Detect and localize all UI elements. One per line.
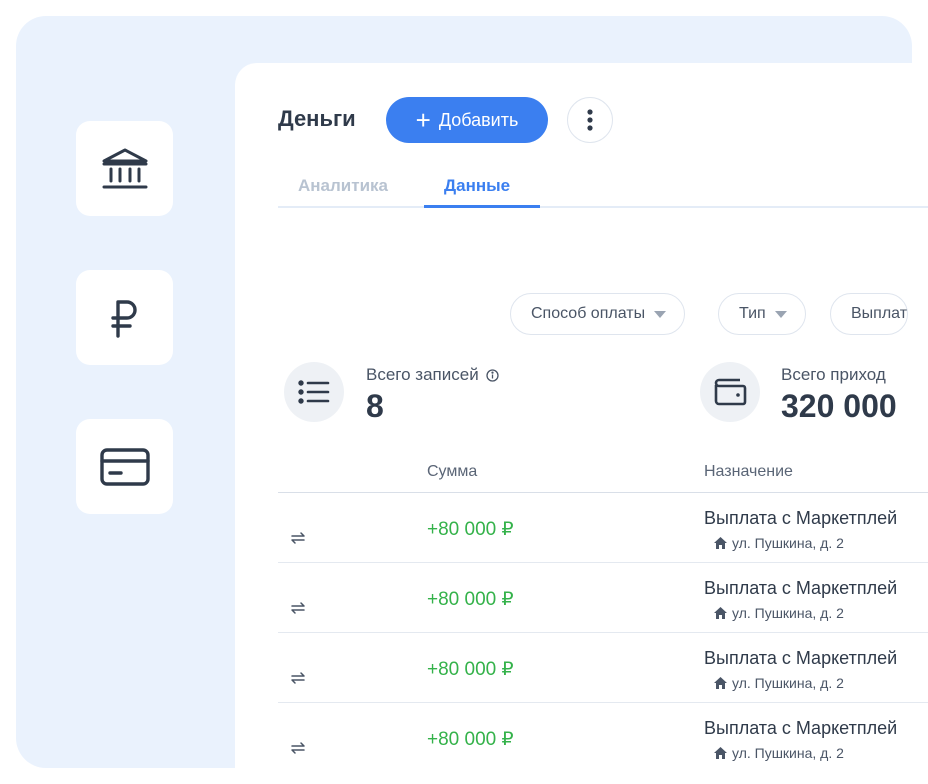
transfer-icon [291,672,305,684]
filter-label: Способ оплаты [531,305,646,322]
caret-down-icon [654,310,667,318]
main-viewport: Деньги + Добавить Аналитика Данные Спосо… [0,0,928,768]
table-header-divider [278,492,928,493]
add-button[interactable]: + Добавить [386,97,548,143]
row-purpose: Выплата с Маркетплей [704,648,898,668]
page-title: Деньги [278,106,356,131]
home-icon [714,537,727,549]
row-address: ул. Пушкина, д. 2 [714,675,844,691]
stat-income-icon-wrap [700,362,760,422]
row-purpose: Выплата с Маркетплей [704,718,898,738]
filter-payment-method[interactable]: Способ оплаты [510,293,686,335]
stat-records-value: 8 [366,388,384,424]
wallet-icon [714,378,747,406]
more-vertical-icon [587,109,593,131]
row-address: ул. Пушкина, д. 2 [714,605,844,621]
row-amount: +80 000 ₽ [427,589,514,610]
column-header-purpose[interactable]: Назначение [704,463,793,481]
filter-label: Тип [739,305,766,322]
stat-records-icon-wrap [284,362,344,422]
row-divider [278,702,928,703]
caret-down-icon [774,310,787,318]
row-address-text: ул. Пушкина, д. 2 [732,605,844,621]
more-options-button[interactable] [567,97,613,143]
row-purpose: Выплата с Маркетплей [704,508,898,528]
home-icon [714,607,727,619]
stat-income-value: 320 000 [781,388,897,424]
tabs-divider [278,206,928,208]
row-amount: +80 000 ₽ [427,519,514,540]
active-tab-indicator [424,205,540,208]
row-divider [278,632,928,633]
info-icon[interactable] [486,369,500,382]
transfer-icon [291,532,305,544]
filter-type[interactable]: Тип [718,293,806,335]
filter-label: Выплат [851,305,908,322]
list-icon [298,380,330,404]
row-amount: +80 000 ₽ [427,659,514,680]
tab-analytics[interactable]: Аналитика [298,176,388,196]
tab-data[interactable]: Данные [444,176,510,196]
home-icon [714,747,727,759]
row-address: ул. Пушкина, д. 2 [714,535,844,551]
row-amount: +80 000 ₽ [427,729,514,750]
column-header-amount[interactable]: Сумма [427,463,477,481]
filter-payout[interactable]: Выплат [830,293,909,335]
transfer-icon [291,742,305,754]
row-address-text: ул. Пушкина, д. 2 [732,745,844,761]
plus-icon: + [415,105,431,135]
row-address: ул. Пушкина, д. 2 [714,745,844,761]
row-address-text: ул. Пушкина, д. 2 [732,535,844,551]
transfer-icon [291,602,305,614]
home-icon [714,677,727,689]
stat-income-label: Всего приход [781,365,886,384]
row-address-text: ул. Пушкина, д. 2 [732,675,844,691]
stat-records-label-wrap: Всего записей [366,365,500,385]
row-divider [278,562,928,563]
row-purpose: Выплата с Маркетплей [704,578,898,598]
add-button-label: Добавить [438,109,519,130]
stat-records-label: Всего записей [366,365,479,384]
